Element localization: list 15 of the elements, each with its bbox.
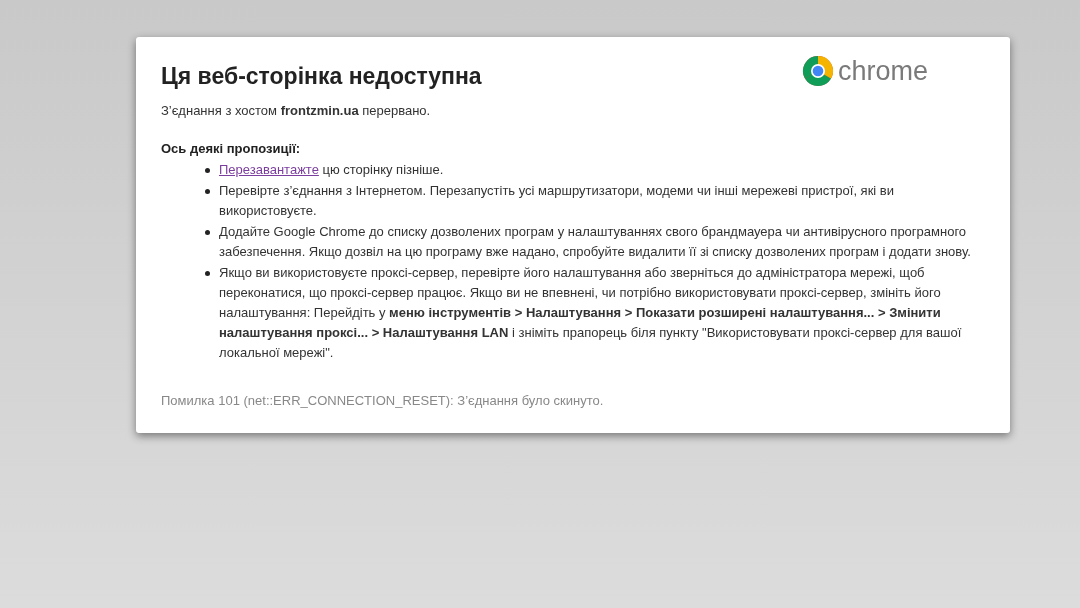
error-detail: Помилка 101 (net::ERR_CONNECTION_RESET): З’єднання було скинуто. bbox=[161, 392, 605, 410]
suggestion-text: цю сторінку пізніше. bbox=[321, 161, 444, 179]
chrome-logo-icon bbox=[801, 55, 834, 87]
bullet-icon bbox=[205, 168, 210, 173]
bullet-icon bbox=[205, 230, 210, 235]
suggestion-text: Перевірте з’єднання з Інтернетом. Перезапустіть усі маршрутизатори, модеми чи інші мережеві пристрої, які ви використовуєте. bbox=[219, 182, 895, 220]
message-text: З’єднання з хостом frontzmin.ua перервано. bbox=[161, 102, 432, 120]
suggestions-heading: Ось деякі пропозиції: bbox=[161, 140, 302, 158]
reload-link[interactable]: Перезавантажте bbox=[219, 160, 319, 180]
page-title: Ця веб-сторінка недоступна bbox=[161, 62, 482, 91]
logo-text: chrome bbox=[837, 56, 928, 86]
suggestion-text: Додайте Google Chrome до списку дозволених програм у налаштуваннях свого брандмауера чи антивірусного програмного забезпечення. Якщо дозвіл на цю програму вже надано, спробуйте видалити її зі списку дозволених програм і додати знову. bbox=[219, 223, 972, 261]
suggestion-text: Якщо ви використовуєте проксі-сервер, перевірте його налаштування або зверніться до адміністратора мережі, щоб переконатися, що проксі-сервер працює. Якщо ви не впевнені, чи потрібно використовувати проксі-сервер, змініть його налаштування: Перейдіть у меню інструментів > Налаштування > Показати розширені налаштування... > Змінити налаштування проксі... > Налаштування LAN і зніміть прапорець біля пункту "Використовувати проксі-сервер для вашої локальної мережі". bbox=[219, 264, 963, 362]
bullet-icon bbox=[205, 271, 210, 276]
bullet-icon bbox=[205, 189, 210, 194]
